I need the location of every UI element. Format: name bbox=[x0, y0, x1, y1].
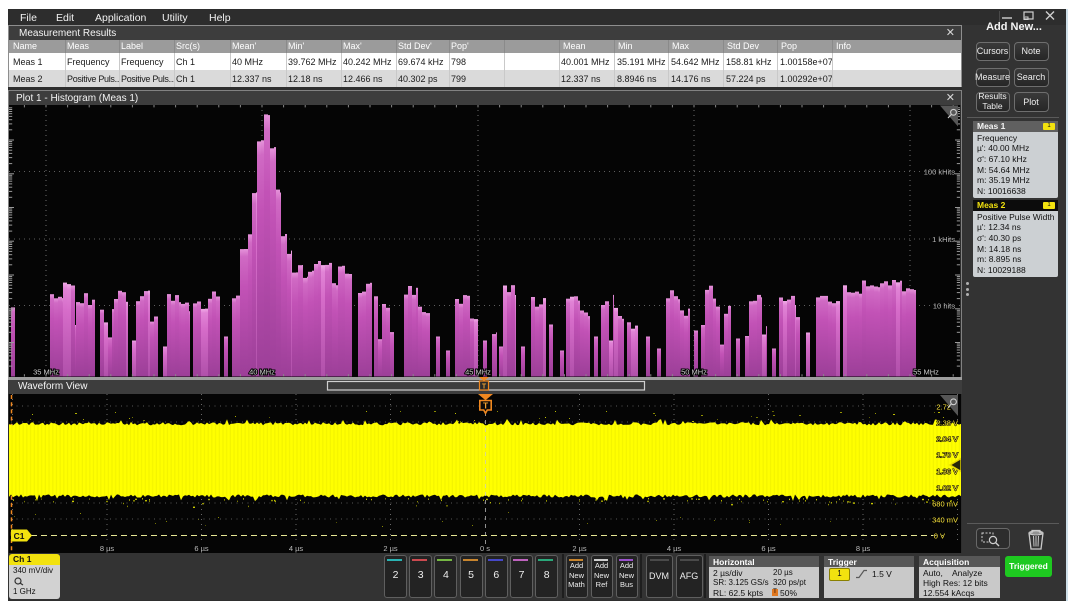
svg-text:340 mV: 340 mV bbox=[932, 516, 958, 525]
svg-text:2.38 V: 2.38 V bbox=[936, 419, 958, 428]
svg-text:1 kHits: 1 kHits bbox=[932, 235, 955, 244]
svg-text:8 µs: 8 µs bbox=[856, 544, 871, 553]
svg-text:T: T bbox=[483, 401, 489, 411]
svg-text:2.04 V: 2.04 V bbox=[936, 435, 958, 444]
svg-text:680 mV: 680 mV bbox=[932, 500, 958, 509]
svg-text:T: T bbox=[482, 383, 487, 390]
svg-text:1.70 V: 1.70 V bbox=[936, 451, 958, 460]
svg-text:4 µs: 4 µs bbox=[289, 544, 304, 553]
svg-text:100 kHits: 100 kHits bbox=[924, 168, 956, 177]
svg-text:6 µs: 6 µs bbox=[761, 544, 776, 553]
svg-text:55 MHz: 55 MHz bbox=[913, 368, 939, 377]
svg-text:0 V: 0 V bbox=[934, 532, 945, 541]
svg-text:0 s: 0 s bbox=[480, 544, 490, 553]
svg-text:6 µs: 6 µs bbox=[194, 544, 209, 553]
svg-text:2 µs: 2 µs bbox=[572, 544, 587, 553]
svg-text:C1: C1 bbox=[14, 531, 25, 541]
svg-text:1.02 V: 1.02 V bbox=[936, 484, 958, 493]
svg-text:4 µs: 4 µs bbox=[667, 544, 682, 553]
svg-text:8 µs: 8 µs bbox=[100, 544, 115, 553]
svg-text:10 hits: 10 hits bbox=[933, 302, 955, 311]
svg-text:2 µs: 2 µs bbox=[383, 544, 398, 553]
